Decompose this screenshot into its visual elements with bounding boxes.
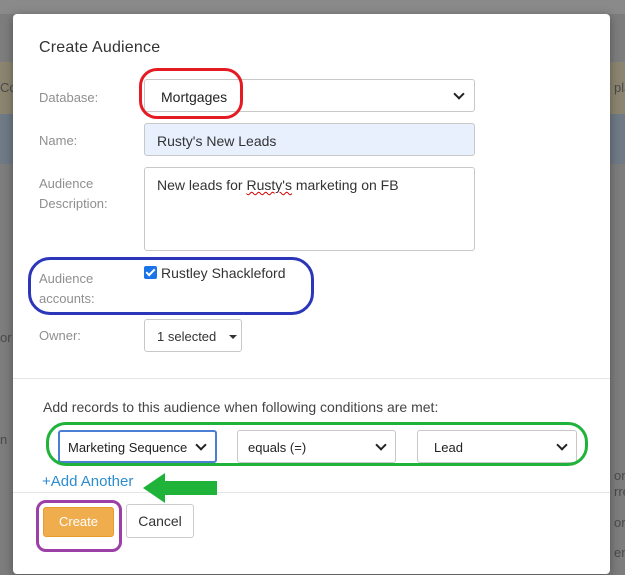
misspelled-word: Rusty's <box>246 177 292 193</box>
description-label-line1: Audience <box>39 176 94 191</box>
create-audience-dialog: Create Audience Database: Mortgages Name… <box>13 14 610 574</box>
description-textarea[interactable]: New leads for Rusty's marketing on FB <box>144 167 475 251</box>
backdrop-text-fragment: ord <box>614 468 625 483</box>
cancel-button[interactable]: Cancel <box>126 504 194 538</box>
database-select-value: Mortgages <box>161 89 228 105</box>
name-input-value: Rusty's New Leads <box>157 133 277 149</box>
owner-dropdown[interactable]: 1 selected <box>144 319 242 352</box>
account-checkbox[interactable] <box>144 266 157 279</box>
database-label: Database: <box>39 90 99 105</box>
owner-dropdown-value: 1 selected <box>157 329 217 344</box>
accounts-label-line2: accounts: <box>39 291 95 306</box>
chevron-down-icon <box>453 88 465 100</box>
create-button[interactable]: Create <box>43 507 114 537</box>
add-another-link[interactable]: +Add Another <box>42 473 133 490</box>
backdrop-text-fragment: pla <box>614 80 625 95</box>
chevron-down-icon <box>375 439 387 451</box>
owner-label: Owner: <box>39 328 81 343</box>
checkmark-icon <box>145 266 156 277</box>
accounts-label-line1: Audience <box>39 271 94 286</box>
condition-operator-select[interactable]: equals (=) <box>237 430 396 463</box>
name-label: Name: <box>39 133 78 148</box>
description-value: New leads for Rusty's marketing on FB <box>157 177 399 193</box>
caret-down-icon <box>229 335 237 339</box>
backdrop-text-fragment: or <box>0 330 12 345</box>
chevron-down-icon <box>195 439 207 451</box>
condition-value-value: Lead <box>434 440 463 455</box>
condition-field-select[interactable]: Marketing Sequence <box>58 430 217 463</box>
backdrop-text-fragment: ord <box>614 515 625 530</box>
dialog-title: Create Audience <box>39 39 161 56</box>
section-divider <box>13 378 610 379</box>
conditions-intro: Add records to this audience when follow… <box>43 399 439 415</box>
description-label-line2: Description: <box>39 196 108 211</box>
condition-value-select[interactable]: Lead <box>417 430 577 463</box>
footer-divider <box>13 492 610 493</box>
backdrop-header <box>0 0 625 14</box>
backdrop-text-fragment: n <box>0 432 8 447</box>
condition-operator-value: equals (=) <box>248 440 307 455</box>
database-select[interactable]: Mortgages <box>144 79 475 112</box>
account-checkbox-label[interactable]: Rustley Shackleford <box>161 265 286 281</box>
backdrop-text-fragment: ent <box>614 545 625 560</box>
backdrop-text-fragment: rre <box>614 484 625 499</box>
condition-field-value: Marketing Sequence <box>68 440 188 455</box>
chevron-down-icon <box>556 439 568 451</box>
name-input[interactable]: Rusty's New Leads <box>144 123 475 156</box>
